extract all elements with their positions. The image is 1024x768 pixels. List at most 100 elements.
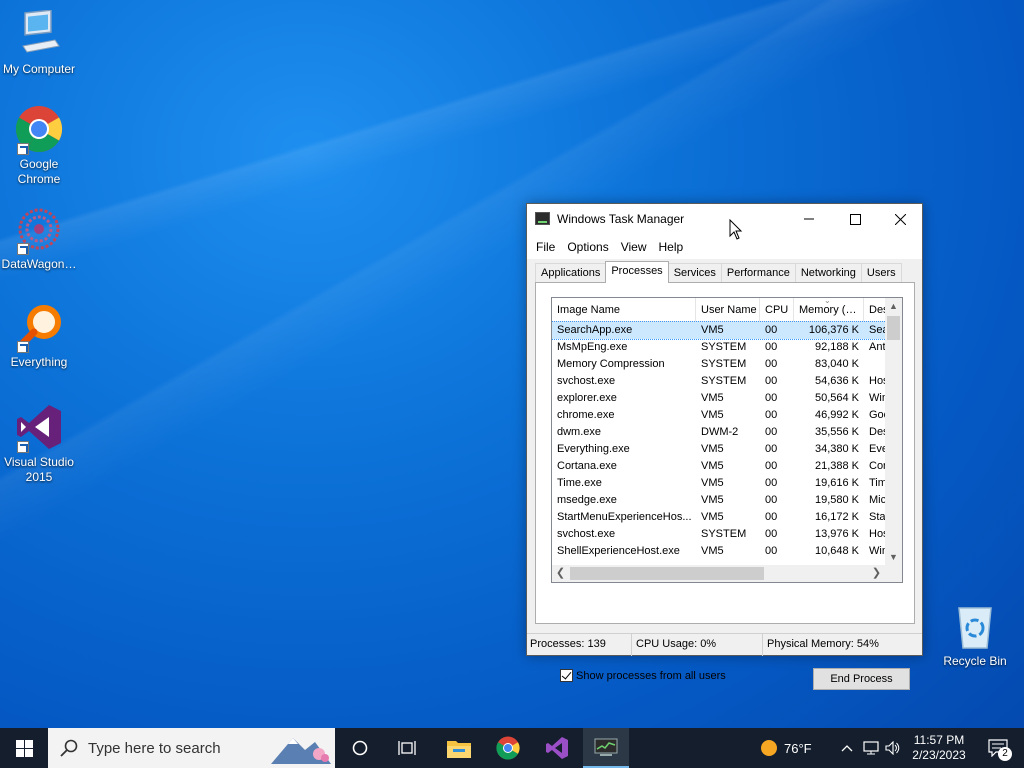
- table-row[interactable]: svchost.exe SYSTEM 00 54,636 K Hos: [552, 373, 886, 390]
- cell-description: Win: [869, 545, 886, 557]
- column-image-name[interactable]: Image Name: [552, 298, 696, 322]
- desktop-icon-visual-studio[interactable]: Visual Studio 2015: [0, 403, 78, 485]
- desktop-icon-recycle-bin[interactable]: Recycle Bin: [936, 602, 1014, 669]
- visual-studio-icon: [15, 403, 63, 453]
- tab-processes[interactable]: Processes: [605, 261, 669, 283]
- task-view-icon: [398, 741, 416, 755]
- horizontal-scrollbar[interactable]: ❮ ❯: [552, 565, 902, 582]
- weather-temp: 76°F: [784, 740, 812, 756]
- cell-description: Sea: [869, 324, 886, 336]
- computer-icon: [15, 9, 63, 58]
- weather-widget[interactable]: 76°F: [760, 728, 840, 768]
- tab-networking[interactable]: Networking: [794, 263, 862, 283]
- table-row[interactable]: ShellExperienceHost.exe VM5 00 10,648 K Win: [552, 543, 886, 560]
- column-user-name[interactable]: User Name: [696, 298, 760, 322]
- cell-description: Win: [869, 392, 886, 404]
- clock-date: 2/23/2023: [912, 748, 966, 762]
- maximize-button[interactable]: [832, 204, 878, 234]
- show-all-users-checkbox[interactable]: Show processes from all users: [560, 669, 726, 682]
- table-row[interactable]: Cortana.exe VM5 00 21,388 K Cor: [552, 458, 886, 475]
- title-bar[interactable]: Windows Task Manager: [527, 204, 922, 234]
- window-title: Windows Task Manager: [557, 212, 685, 226]
- clock[interactable]: 11:57 PM 2/23/2023: [906, 728, 972, 768]
- table-row[interactable]: StartMenuExperienceHos... VM5 00 16,172 K St…: [552, 509, 886, 526]
- close-button[interactable]: [877, 204, 923, 234]
- table-row[interactable]: dwm.exe DWM-2 00 35,556 K Des: [552, 424, 886, 441]
- desktop-icon-label: Everything: [10, 355, 68, 369]
- desktop-icon-my-computer[interactable]: My Computer: [0, 9, 78, 77]
- minimize-button[interactable]: [786, 204, 832, 234]
- menu-help[interactable]: Help: [653, 240, 690, 254]
- desktop-icon-chrome[interactable]: Google Chrome: [0, 105, 78, 187]
- taskbar-task-manager[interactable]: [583, 728, 629, 768]
- cell-memory: 50,564 K: [814, 392, 859, 404]
- action-center-button[interactable]: 2: [978, 728, 1018, 768]
- cell-memory: 106,376 K: [808, 324, 859, 336]
- end-process-button[interactable]: End Process: [813, 668, 910, 690]
- tab-applications[interactable]: Applications: [535, 263, 607, 283]
- cell-image-name: Memory Compression: [557, 358, 665, 370]
- scroll-up-icon[interactable]: ▲: [885, 298, 902, 315]
- horizontal-scroll-thumb[interactable]: [570, 567, 764, 580]
- column-memory[interactable]: Memory (… ⌄: [794, 298, 864, 322]
- cortana-button[interactable]: [339, 728, 381, 768]
- cell-image-name: explorer.exe: [557, 392, 617, 404]
- menu-file[interactable]: File: [530, 240, 561, 254]
- status-bar: Processes: 139 CPU Usage: 0% Physical Me…: [527, 633, 922, 656]
- column-description[interactable]: Des: [864, 298, 886, 322]
- table-row[interactable]: svchost.exe SYSTEM 00 13,976 K Hos: [552, 526, 886, 543]
- show-hidden-icons-button[interactable]: [838, 728, 856, 768]
- processes-panel: Image Name User Name CPU Memory (… ⌄ De s…: [535, 282, 915, 690]
- taskbar-file-explorer[interactable]: [436, 728, 482, 768]
- cell-user-name: SYSTEM: [701, 341, 747, 353]
- cell-memory: 46,992 K: [814, 409, 859, 421]
- tab-performance[interactable]: Performance: [720, 263, 796, 283]
- column-cpu[interactable]: CPU: [760, 298, 794, 322]
- volume-button[interactable]: [882, 728, 904, 768]
- taskbar-search-box[interactable]: Type here to search: [48, 728, 335, 768]
- table-row[interactable]: msedge.exe VM5 00 19,580 K Mic: [552, 492, 886, 509]
- desktop-icon-label: Visual Studio 2015: [4, 455, 74, 484]
- show-all-users-label: Show processes from all users: [576, 669, 726, 682]
- table-row[interactable]: chrome.exe VM5 00 46,992 K Goo: [552, 407, 886, 424]
- cell-description: [864, 356, 886, 373]
- recycle-bin-icon: [951, 602, 999, 650]
- process-list[interactable]: Image Name User Name CPU Memory (… ⌄ De s…: [551, 297, 903, 583]
- desktop-icon-everything[interactable]: Everything: [0, 303, 78, 370]
- datawagon-icon: [15, 205, 63, 255]
- checkbox-checked-icon[interactable]: [560, 669, 573, 682]
- cell-description: Hos: [869, 375, 886, 387]
- cell-cpu: 00: [765, 392, 778, 404]
- tab-users[interactable]: Users: [860, 263, 902, 283]
- taskbar-chrome[interactable]: [485, 728, 531, 768]
- taskbar-visual-studio[interactable]: [534, 728, 580, 768]
- table-row[interactable]: Memory Compression SYSTEM 00 83,040 K: [552, 356, 886, 373]
- scroll-right-icon[interactable]: ❯: [868, 565, 885, 582]
- network-button[interactable]: [860, 728, 882, 768]
- vertical-scrollbar[interactable]: ▲ ▼: [885, 298, 902, 566]
- cell-image-name: Cortana.exe: [557, 460, 617, 472]
- cell-description: Eve: [869, 443, 886, 455]
- table-row[interactable]: MsMpEng.exe SYSTEM 00 92,188 K Ant: [552, 339, 886, 356]
- sun-icon: [761, 740, 777, 756]
- cell-cpu: 00: [765, 324, 778, 336]
- desktop-icon-label: Recycle Bin: [943, 654, 1007, 668]
- windows-logo-icon: [15, 739, 33, 757]
- start-button[interactable]: [0, 728, 48, 768]
- task-view-button[interactable]: [386, 728, 428, 768]
- table-row[interactable]: explorer.exe VM5 00 50,564 K Win: [552, 390, 886, 407]
- table-row[interactable]: Everything.exe VM5 00 34,380 K Eve: [552, 441, 886, 458]
- vertical-scroll-thumb[interactable]: [887, 316, 900, 340]
- everything-search-icon: [15, 303, 63, 353]
- table-row[interactable]: Time.exe VM5 00 19,616 K Tim: [552, 475, 886, 492]
- scroll-left-icon[interactable]: ❮: [552, 565, 569, 582]
- desktop-icon-datawagon[interactable]: DataWagon…: [0, 205, 78, 272]
- scroll-down-icon[interactable]: ▼: [885, 549, 902, 566]
- table-row[interactable]: SearchApp.exe VM5 00 106,376 K Sea: [552, 321, 887, 340]
- menu-options[interactable]: Options: [561, 240, 614, 254]
- cell-description: Sta: [869, 511, 886, 523]
- sort-descending-icon: ⌄: [824, 298, 831, 305]
- tab-services[interactable]: Services: [667, 263, 722, 283]
- menu-view[interactable]: View: [615, 240, 653, 254]
- cell-image-name: Time.exe: [557, 477, 602, 489]
